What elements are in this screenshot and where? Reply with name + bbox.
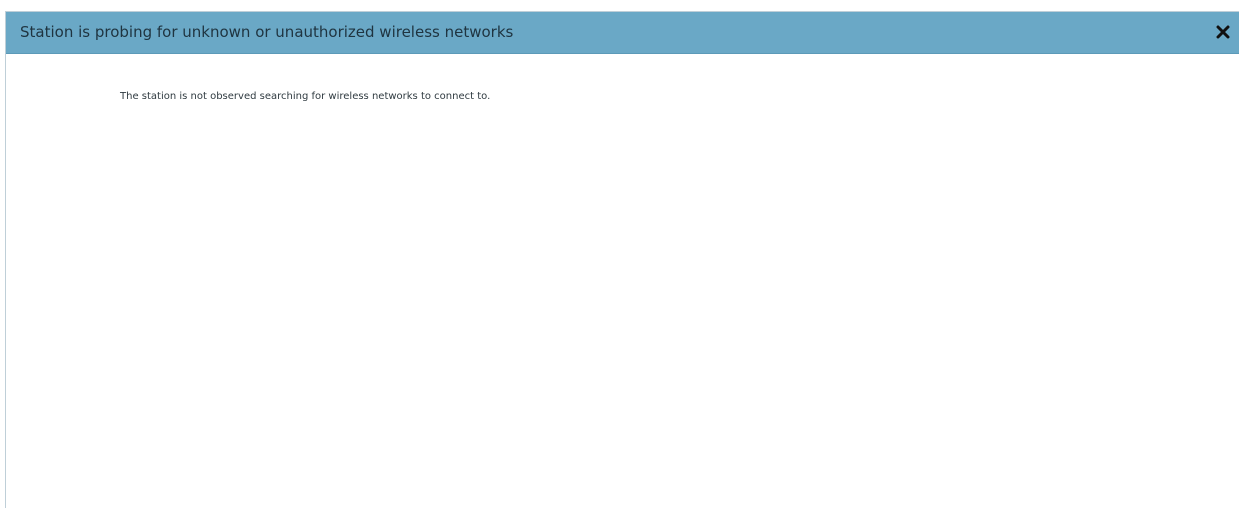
dialog-titlebar: Station is probing for unknown or unauth…: [6, 12, 1239, 54]
close-icon[interactable]: [1213, 20, 1233, 44]
status-message: The station is not observed searching fo…: [120, 91, 491, 102]
probing-dialog: Station is probing for unknown or unauth…: [5, 11, 1239, 508]
dialog-content: The station is not observed searching fo…: [6, 54, 1239, 508]
dialog-title: Station is probing for unknown or unauth…: [20, 23, 514, 41]
